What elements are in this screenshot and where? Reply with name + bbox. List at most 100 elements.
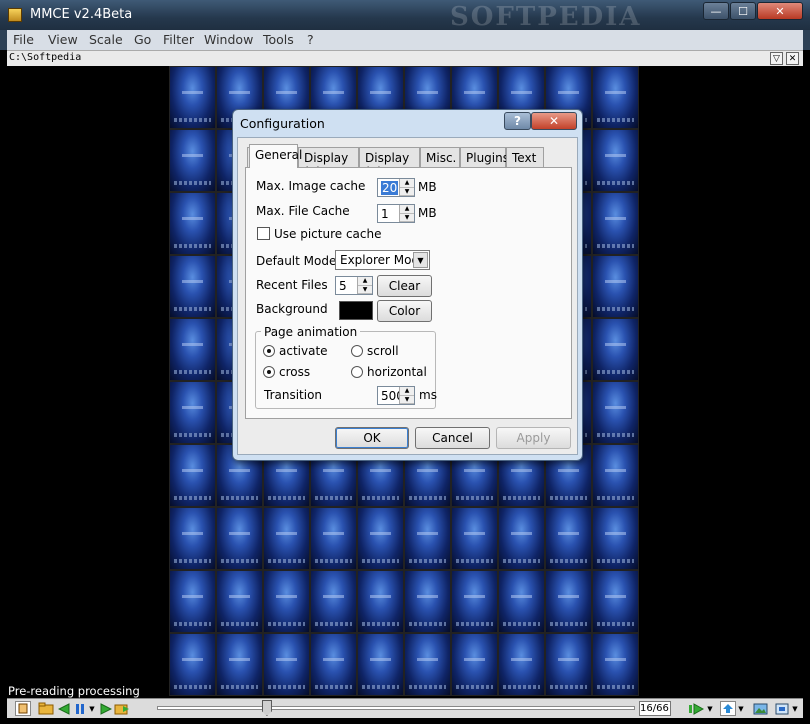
- tab-display-1[interactable]: Display (1): [298, 147, 359, 179]
- thumbnail[interactable]: [592, 129, 639, 192]
- thumbnail[interactable]: [169, 129, 216, 192]
- thumbnail[interactable]: [498, 633, 545, 696]
- chevron-down-icon[interactable]: ▼: [706, 701, 714, 716]
- spin-up-icon[interactable]: ▲: [358, 277, 372, 286]
- spin-down-icon[interactable]: ▼: [400, 188, 414, 196]
- spin-up-icon[interactable]: ▲: [400, 179, 414, 188]
- thumbnail[interactable]: [169, 318, 216, 381]
- chevron-down-icon[interactable]: ▼: [737, 701, 745, 716]
- scroll-radio[interactable]: [351, 345, 363, 357]
- max-file-cache-spinner[interactable]: 1 ▲ ▼: [377, 204, 415, 223]
- thumbnail[interactable]: [592, 507, 639, 570]
- thumbnail[interactable]: [404, 570, 451, 633]
- menu-filter[interactable]: Filter: [163, 32, 194, 47]
- page-icon[interactable]: [15, 701, 31, 716]
- thumbnail[interactable]: [545, 507, 592, 570]
- thumbnail[interactable]: [263, 570, 310, 633]
- spin-down-icon[interactable]: ▼: [358, 286, 372, 294]
- thumbnail[interactable]: [451, 633, 498, 696]
- thumbnail[interactable]: [404, 507, 451, 570]
- dialog-help-button[interactable]: ?: [504, 112, 531, 130]
- thumbnail[interactable]: [169, 507, 216, 570]
- max-image-cache-spinner[interactable]: 20 ▲ ▼: [377, 178, 415, 197]
- tab-plugins[interactable]: Plugins: [460, 147, 509, 167]
- next-arrow-icon[interactable]: [99, 701, 113, 716]
- spin-up-icon[interactable]: ▲: [400, 205, 414, 214]
- chevron-down-icon[interactable]: ▼: [413, 252, 428, 268]
- menu-window[interactable]: Window: [204, 32, 253, 47]
- thumbnail[interactable]: [169, 255, 216, 318]
- thumbnail[interactable]: [169, 192, 216, 255]
- horizontal-radio[interactable]: [351, 366, 363, 378]
- cross-radio[interactable]: [263, 366, 275, 378]
- transition-spinner[interactable]: 500 ▲ ▼: [377, 386, 415, 405]
- color-button[interactable]: Color: [377, 300, 432, 322]
- thumbnail[interactable]: [545, 570, 592, 633]
- pause-icon[interactable]: [73, 701, 87, 716]
- thumbnail[interactable]: [592, 66, 639, 129]
- menu-file[interactable]: File: [13, 32, 34, 47]
- ok-button[interactable]: OK: [335, 427, 409, 449]
- thumbnail[interactable]: [592, 192, 639, 255]
- thumbnail[interactable]: [545, 633, 592, 696]
- thumbnail[interactable]: [592, 255, 639, 318]
- clear-button[interactable]: Clear: [377, 275, 432, 297]
- chevron-down-icon[interactable]: ▼: [88, 701, 96, 716]
- thumbnail[interactable]: [216, 633, 263, 696]
- image-icon[interactable]: [752, 701, 768, 716]
- thumbnail[interactable]: [310, 507, 357, 570]
- minimize-button[interactable]: —: [703, 2, 729, 20]
- thumbnail[interactable]: [592, 381, 639, 444]
- spin-up-icon[interactable]: ▲: [400, 387, 414, 396]
- thumbnail[interactable]: [169, 66, 216, 129]
- recent-files-spinner[interactable]: 5 ▲ ▼: [335, 276, 373, 295]
- tab-display-2[interactable]: Display (2): [359, 147, 420, 179]
- chevron-down-icon[interactable]: ▼: [791, 701, 799, 716]
- folder-open-icon[interactable]: [37, 701, 55, 716]
- page-slider-handle[interactable]: [261, 700, 272, 716]
- up-folder-icon[interactable]: [720, 701, 736, 716]
- apply-button[interactable]: Apply: [496, 427, 571, 449]
- menu-tools[interactable]: Tools: [263, 32, 294, 47]
- thumbnail[interactable]: [357, 507, 404, 570]
- fit-screen-icon[interactable]: [774, 701, 790, 716]
- thumbnail[interactable]: [498, 570, 545, 633]
- menu-help[interactable]: ?: [307, 32, 314, 47]
- thumbnail[interactable]: [216, 570, 263, 633]
- thumbnail[interactable]: [451, 507, 498, 570]
- path-dropdown-button[interactable]: ▽: [770, 52, 783, 65]
- thumbnail[interactable]: [169, 381, 216, 444]
- tab-general[interactable]: General: [249, 144, 302, 168]
- menu-scale[interactable]: Scale: [89, 32, 123, 47]
- prev-arrow-icon[interactable]: [57, 701, 71, 716]
- thumbnail[interactable]: [169, 444, 216, 507]
- thumbnail[interactable]: [498, 507, 545, 570]
- path-close-button[interactable]: ✕: [786, 52, 799, 65]
- cancel-button[interactable]: Cancel: [415, 427, 490, 449]
- thumbnail[interactable]: [310, 633, 357, 696]
- default-mode-select[interactable]: Explorer Mode ▼: [335, 250, 430, 270]
- thumbnail[interactable]: [263, 507, 310, 570]
- thumbnail[interactable]: [592, 318, 639, 381]
- thumbnail[interactable]: [404, 633, 451, 696]
- play-icon[interactable]: [687, 701, 705, 716]
- tab-misc[interactable]: Misc.: [420, 147, 460, 167]
- spin-down-icon[interactable]: ▼: [400, 396, 414, 404]
- spin-down-icon[interactable]: ▼: [400, 214, 414, 222]
- thumbnail[interactable]: [357, 570, 404, 633]
- thumbnail[interactable]: [263, 633, 310, 696]
- thumbnail[interactable]: [169, 633, 216, 696]
- activate-radio[interactable]: [263, 345, 275, 357]
- thumbnail[interactable]: [592, 444, 639, 507]
- thumbnail[interactable]: [592, 570, 639, 633]
- thumbnail[interactable]: [216, 507, 263, 570]
- menu-go[interactable]: Go: [134, 32, 151, 47]
- thumbnail[interactable]: [592, 633, 639, 696]
- maximize-button[interactable]: ☐: [730, 2, 756, 20]
- use-picture-cache-checkbox[interactable]: [257, 227, 270, 240]
- close-button[interactable]: ✕: [757, 2, 803, 20]
- tab-text[interactable]: Text: [506, 147, 544, 167]
- thumbnail[interactable]: [310, 570, 357, 633]
- thumbnail[interactable]: [169, 570, 216, 633]
- thumbnail[interactable]: [357, 633, 404, 696]
